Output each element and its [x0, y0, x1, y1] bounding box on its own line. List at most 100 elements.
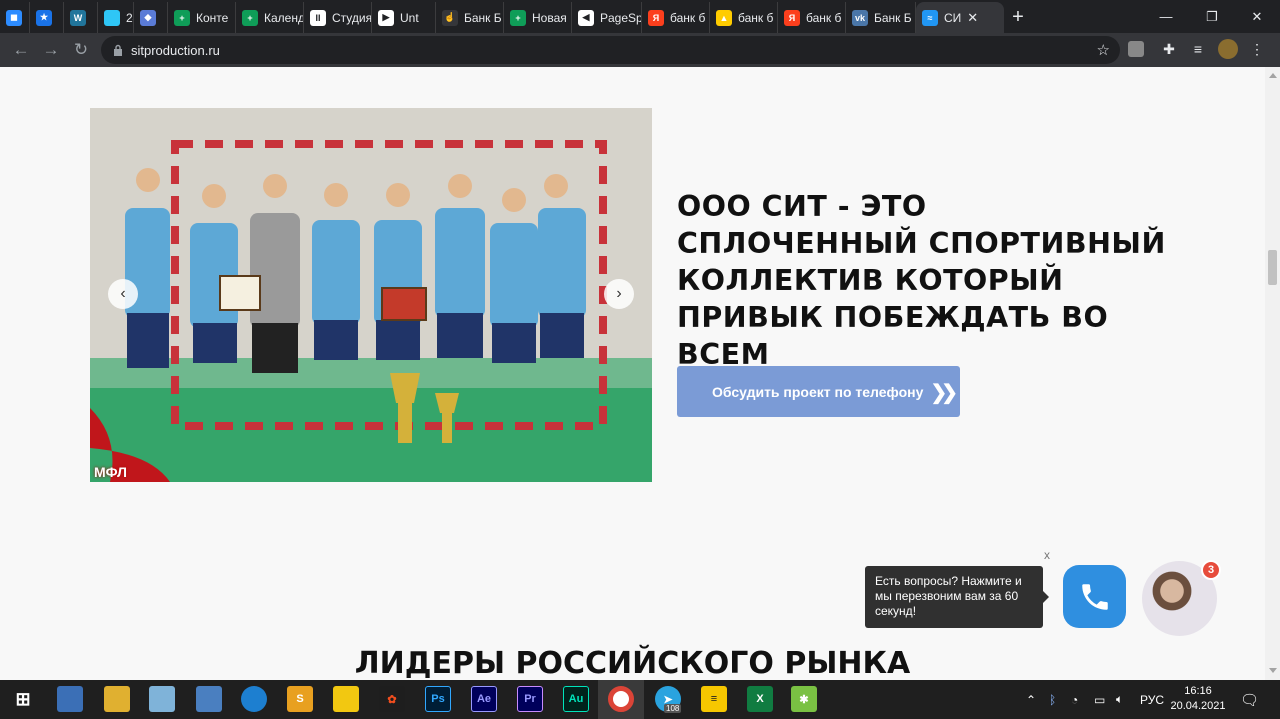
- power-bi-icon[interactable]: [333, 686, 359, 712]
- file-explorer-icon[interactable]: [104, 686, 130, 712]
- vk-icon: vk: [852, 9, 868, 26]
- excel-icon[interactable]: X: [747, 686, 773, 712]
- volume-icon[interactable]: 🔈︎: [1116, 680, 1123, 719]
- bluetooth-icon[interactable]: ᛒ: [1049, 680, 1056, 719]
- browser-tab[interactable]: + Новая: [504, 2, 572, 33]
- slider-next-button[interactable]: ›: [604, 279, 634, 309]
- browser-tab[interactable]: W: [64, 2, 98, 33]
- tab-close-icon[interactable]: ✕: [967, 10, 978, 26]
- browser-tab[interactable]: ▲ банк б: [710, 2, 778, 33]
- tab-label: банк б: [806, 10, 842, 25]
- sheets-icon: +: [242, 9, 258, 26]
- url-text: sitproduction.ru: [131, 42, 220, 58]
- zoom-icon: ◼: [6, 9, 22, 26]
- language-indicator[interactable]: РУС: [1140, 680, 1164, 719]
- tab-label: Банк Б: [874, 10, 912, 25]
- double-chevron-icon: ❯❯: [930, 382, 957, 404]
- wifi-icon[interactable]: ◔: [1071, 680, 1078, 719]
- sheets-icon: +: [510, 9, 526, 26]
- browser-tab[interactable]: + Конте: [168, 2, 236, 33]
- photoshop-icon[interactable]: Ps: [425, 686, 451, 712]
- browser-tab[interactable]: ◆: [134, 2, 168, 33]
- close-window-button[interactable]: ✕: [1234, 0, 1280, 33]
- phone-icon: [1081, 583, 1108, 610]
- callback-tooltip: Есть вопросы? Нажмите и мы перезвоним ва…: [865, 566, 1049, 628]
- tray-chevron-icon[interactable]: ⌃: [1026, 680, 1036, 719]
- scroll-up-arrow-icon[interactable]: [1269, 73, 1277, 78]
- studio-icon: II: [310, 9, 326, 26]
- tab-label: Студия: [332, 10, 372, 25]
- hand-icon: ☝: [442, 9, 458, 26]
- premiere-icon[interactable]: Pr: [517, 686, 543, 712]
- browser-tab[interactable]: ☝ Банк Б: [436, 2, 504, 33]
- browser-tab[interactable]: ▶ Unt: [372, 2, 436, 33]
- slider-logo: МФЛ: [94, 464, 127, 480]
- browser-tab[interactable]: ★: [30, 2, 64, 33]
- browser-toolbar: ← → ↻ sitproduction.ru ☆: [0, 33, 1280, 67]
- tab-label: 24: [126, 10, 133, 25]
- slider-prev-button[interactable]: ‹: [108, 279, 138, 309]
- chrome-icon[interactable]: [608, 686, 634, 712]
- pagespeed-icon: ◀: [578, 9, 594, 26]
- edge-icon[interactable]: [241, 686, 267, 712]
- tab-strip: ◼ ★ W 24 ◆ + Конте + Календ II Студия ▶ Unt ☝ Банк Б + Н…: [0, 0, 1280, 33]
- address-bar[interactable]: sitproduction.ru ☆: [101, 36, 1120, 64]
- maximize-button[interactable]: ❐: [1189, 0, 1235, 33]
- figma-icon[interactable]: ✿: [379, 686, 405, 712]
- notification-badge: 3: [1201, 560, 1221, 580]
- browser-tab[interactable]: II Студия: [304, 2, 372, 33]
- clock-time: 16:16: [1184, 685, 1212, 697]
- browser-tab[interactable]: ◼: [0, 2, 30, 33]
- section-title: ЛИДЕРЫ РОССИЙСКОГО РЫНКА: [354, 646, 911, 680]
- browser-tab[interactable]: ◀ PageSp: [572, 2, 642, 33]
- cta-label: Обсудить проект по телефону: [712, 383, 924, 400]
- browser-tab[interactable]: ≈ СИ ✕: [916, 2, 1004, 33]
- tab-label: банк б: [738, 10, 774, 25]
- paint-icon[interactable]: [57, 686, 83, 712]
- yandex-disk-icon[interactable]: ≡: [701, 686, 727, 712]
- tab-label: Конте: [196, 10, 229, 25]
- page-scrollbar[interactable]: [1265, 67, 1280, 680]
- new-tab-button[interactable]: +: [1004, 2, 1032, 33]
- yandex-icon: Я: [784, 9, 800, 26]
- callback-phone-button[interactable]: [1063, 565, 1126, 628]
- windows-start-icon[interactable]: ⊞: [10, 686, 36, 712]
- notifications-icon[interactable]: 🗨︎: [1240, 680, 1259, 719]
- forward-button[interactable]: →: [36, 35, 66, 65]
- yandex-icon: Я: [648, 9, 664, 26]
- browser-tab[interactable]: 24: [98, 2, 134, 33]
- tab-label: PageSp: [600, 10, 642, 25]
- sublime-icon[interactable]: S: [287, 686, 313, 712]
- tab-label: Новая: [532, 10, 567, 25]
- profile-avatar-icon[interactable]: [1218, 39, 1238, 59]
- notes-icon[interactable]: [149, 686, 175, 712]
- wordpress-icon: W: [70, 9, 86, 26]
- reload-button[interactable]: ↻: [66, 35, 96, 65]
- scroll-down-arrow-icon[interactable]: [1269, 668, 1277, 673]
- taskbar-clock[interactable]: 16:16 20.04.2021: [1170, 684, 1226, 714]
- lock-icon: [114, 44, 122, 56]
- spider-app-icon[interactable]: ✱: [791, 686, 817, 712]
- browser-tab[interactable]: Ябанк б: [642, 2, 710, 33]
- bookmark-star-icon[interactable]: ☆: [1097, 41, 1110, 59]
- browser-tab[interactable]: Ябанк б: [778, 2, 846, 33]
- yandex-zen-icon: ▲: [716, 9, 732, 26]
- after-effects-icon[interactable]: Ae: [471, 686, 497, 712]
- menu-icon[interactable]: ⋮: [1246, 38, 1268, 60]
- extension-icon[interactable]: [1128, 41, 1144, 57]
- battery-icon[interactable]: ▭: [1094, 680, 1105, 719]
- back-button[interactable]: ←: [6, 35, 36, 65]
- scrollbar-thumb[interactable]: [1268, 250, 1277, 285]
- minimize-button[interactable]: —: [1143, 0, 1189, 33]
- audition-icon[interactable]: Au: [563, 686, 589, 712]
- photo-slider: МФЛ ‹ ›: [90, 108, 652, 482]
- sit-icon: ≈: [922, 9, 938, 26]
- browser-tab[interactable]: vk Банк Б: [846, 2, 916, 33]
- calculator-icon[interactable]: [196, 686, 222, 712]
- puzzle-icon[interactable]: ✚: [1158, 38, 1180, 60]
- bubble-close-button[interactable]: x: [1044, 548, 1050, 562]
- ruby-icon: ◆: [140, 9, 156, 26]
- reading-list-icon[interactable]: ≡: [1187, 38, 1209, 60]
- browser-tab[interactable]: + Календ: [236, 2, 304, 33]
- call-discuss-button[interactable]: Обсудить проект по телефону ❯❯: [677, 366, 960, 417]
